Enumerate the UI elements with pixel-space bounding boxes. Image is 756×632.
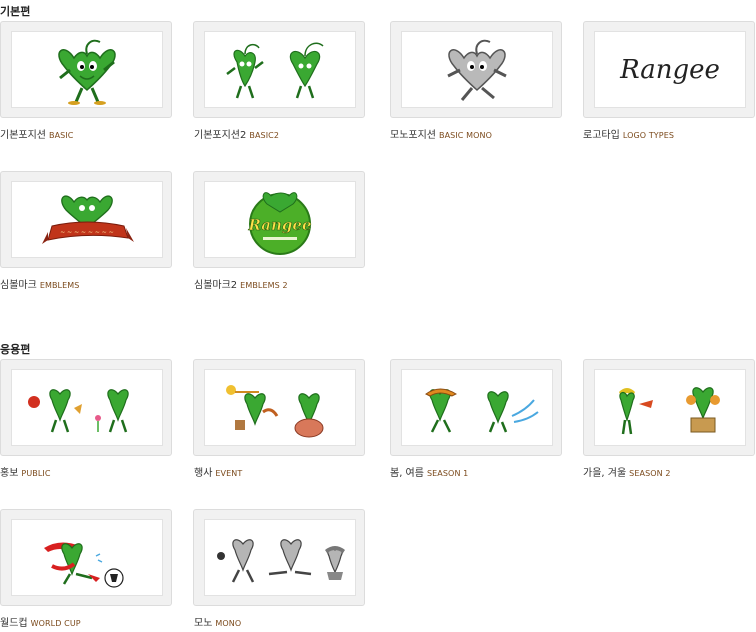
card-emblems[interactable]: ~ ~ ~ ~ ~ ~ ~ ~ <box>0 171 172 268</box>
caption-ko: 봄, 여름 <box>390 468 424 479</box>
thumbnail-basic <box>11 31 163 108</box>
caption-en: BASIC <box>49 131 74 140</box>
mascot-season1-icon <box>425 388 539 433</box>
card-basic-mono[interactable] <box>390 21 562 118</box>
thumbnail-public <box>11 369 163 446</box>
mascot-world-cup-icon <box>44 542 124 588</box>
thumbnail-season1 <box>401 369 553 446</box>
caption-ko: 심볼마크 <box>0 280 37 291</box>
caption-world-cup[interactable]: 월드컵 WORLD CUP <box>0 614 81 629</box>
caption-en: BASIC MONO <box>439 131 493 140</box>
caption-emblems2[interactable]: 심볼마크2 EMBLEMS 2 <box>194 276 288 291</box>
mascot-event-icon <box>226 385 324 438</box>
caption-mono[interactable]: 모노 MONO <box>194 614 241 629</box>
emblem-icon: ~ ~ ~ ~ ~ ~ ~ ~ <box>42 195 134 244</box>
mascot-mono-set-icon <box>217 539 345 583</box>
thumbnail-emblems: ~ ~ ~ ~ ~ ~ ~ ~ <box>11 181 163 258</box>
logotype: Rangee <box>619 55 720 85</box>
caption-season1[interactable]: 봄, 여름 SEASON 1 <box>390 464 468 479</box>
card-basic[interactable] <box>0 21 172 118</box>
caption-en: SEASON 2 <box>629 469 671 478</box>
logo-text: Rangee <box>619 55 720 85</box>
card-logo-types[interactable]: Rangee <box>583 21 755 118</box>
svg-text:~ ~ ~ ~ ~ ~ ~ ~: ~ ~ ~ ~ ~ ~ ~ ~ <box>60 229 114 236</box>
caption-ko: 심볼마크2 <box>194 280 238 291</box>
card-season1[interactable] <box>390 359 562 456</box>
section-title-applied: 응용편 <box>0 343 31 356</box>
thumbnail-season2 <box>594 369 746 446</box>
card-season2[interactable] <box>583 359 755 456</box>
caption-ko: 홍보 <box>0 468 19 479</box>
mascot-pair-icon <box>226 42 324 99</box>
caption-en: EMBLEMS <box>39 281 80 290</box>
caption-en: PUBLIC <box>21 469 51 478</box>
caption-basic2[interactable]: 기본포지션2 BASIC2 <box>194 126 279 141</box>
caption-en: BASIC2 <box>249 131 280 140</box>
mascot-season2-icon <box>619 387 720 435</box>
caption-event[interactable]: 행사 EVENT <box>194 464 242 479</box>
caption-ko: 가을, 겨울 <box>583 468 627 479</box>
thumbnail-basic-mono <box>401 31 553 108</box>
caption-en: WORLD CUP <box>30 619 81 628</box>
mascot-public-icon <box>28 389 129 433</box>
caption-en: MONO <box>215 619 242 628</box>
thumbnail-logo-types: Rangee <box>594 31 746 108</box>
thumbnail-emblems2: Rangee <box>204 181 356 258</box>
card-basic2[interactable] <box>193 21 365 118</box>
card-mono[interactable] <box>193 509 365 606</box>
caption-basic[interactable]: 기본포지션 BASIC <box>0 126 73 141</box>
card-world-cup[interactable] <box>0 509 172 606</box>
thumbnail-mono <box>204 519 356 596</box>
card-emblems2[interactable]: Rangee <box>193 171 365 268</box>
caption-ko: 행사 <box>194 468 213 479</box>
thumbnail-basic2 <box>204 31 356 108</box>
emblem-round-icon: Rangee <box>247 192 312 255</box>
caption-emblems[interactable]: 심볼마크 EMBLEMS <box>0 276 79 291</box>
mascot-mono-icon <box>447 39 507 101</box>
caption-basic-mono[interactable]: 모노포지션 BASIC MONO <box>390 126 492 141</box>
mascot-icon <box>58 39 116 105</box>
caption-ko: 모노포지션 <box>390 130 436 141</box>
caption-ko: 기본포지션2 <box>194 130 247 141</box>
caption-ko: 모노 <box>194 618 213 629</box>
card-event[interactable] <box>193 359 365 456</box>
caption-ko: 월드컵 <box>0 618 28 629</box>
thumbnail-world-cup <box>11 519 163 596</box>
caption-en: SEASON 1 <box>426 469 469 478</box>
caption-public[interactable]: 홍보 PUBLIC <box>0 464 51 479</box>
caption-season2[interactable]: 가을, 겨울 SEASON 2 <box>583 464 671 479</box>
caption-en: EVENT <box>215 469 243 478</box>
section-title-basic: 기본편 <box>0 5 31 18</box>
caption-ko: 기본포지션 <box>0 130 46 141</box>
caption-en: EMBLEMS 2 <box>240 281 288 290</box>
thumbnail-event <box>204 369 356 446</box>
card-public[interactable] <box>0 359 172 456</box>
caption-ko: 로고타입 <box>583 130 620 141</box>
caption-en: LOGO TYPES <box>622 131 675 140</box>
caption-logo-types[interactable]: 로고타입 LOGO TYPES <box>583 126 674 141</box>
emblem-logo-text: Rangee <box>247 216 311 234</box>
